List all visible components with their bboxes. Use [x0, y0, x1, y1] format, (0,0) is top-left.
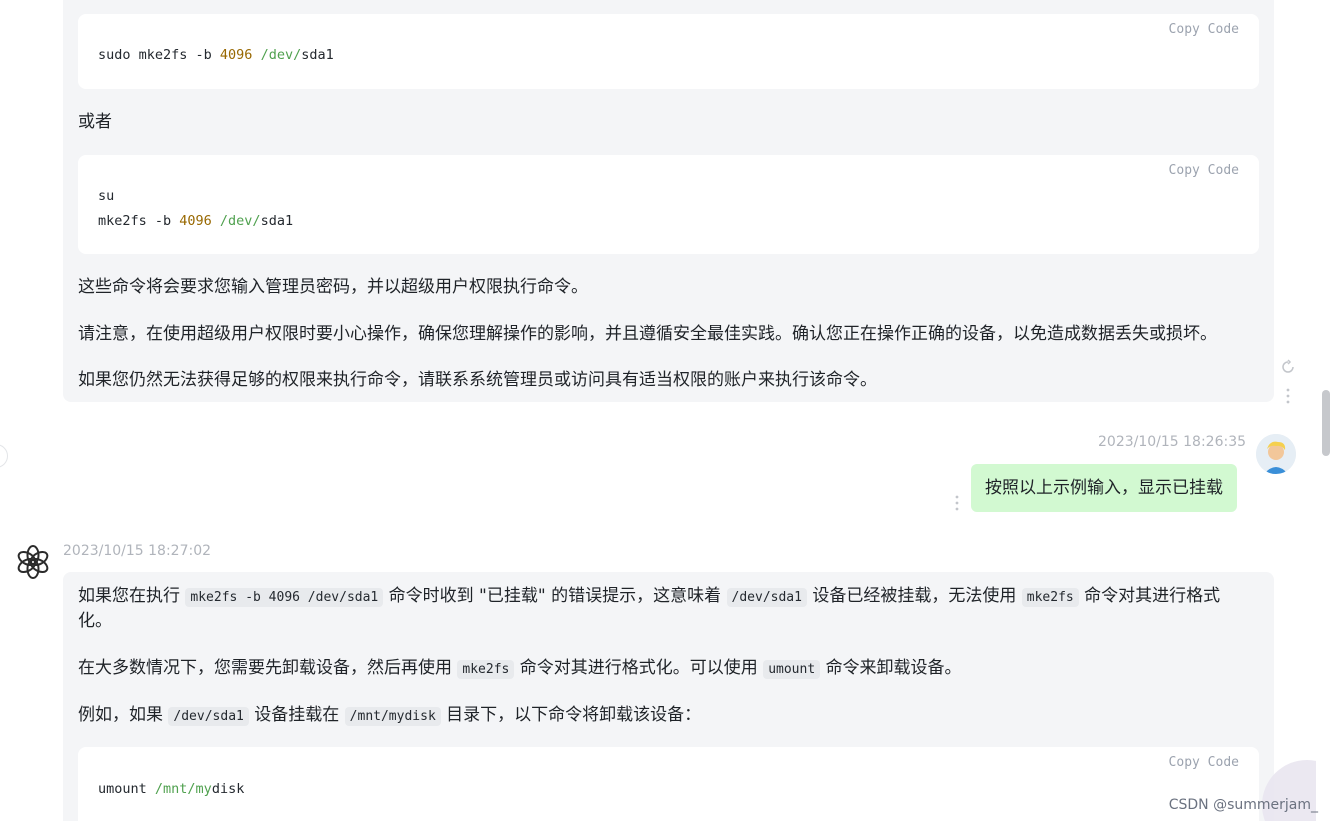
inline-code: /dev/sda1	[168, 707, 249, 726]
code-line: umount /mnt/mydisk	[98, 781, 245, 797]
code-block: Copy Code sudo mke2fs -b 4096 /dev/sda1	[78, 14, 1259, 89]
inline-code: mke2fs	[1021, 588, 1079, 607]
paragraph: 如果您在执行 mke2fs -b 4096 /dev/sda1 命令时收到 "已…	[78, 586, 1221, 607]
collapse-handle[interactable]	[0, 444, 8, 468]
inline-code: /mnt/mydisk	[344, 707, 441, 726]
message-timestamp: 2023/10/15 18:26:35	[1098, 434, 1247, 450]
user-avatar	[1256, 434, 1296, 474]
inline-code: umount	[763, 660, 821, 679]
code-block: Copy Code su mke2fs -b 4096 /dev/sda1	[78, 155, 1259, 254]
paragraph: 例如，如果 /dev/sda1 设备挂载在 /mnt/mydisk 目录下，以下…	[78, 705, 702, 726]
code-block: Copy Code umount /mnt/mydisk	[78, 747, 1259, 821]
inline-code: mke2fs	[457, 660, 515, 679]
paragraph: 或者	[78, 112, 112, 132]
message-timestamp: 2023/10/15 18:27:02	[63, 543, 212, 559]
more-options-icon[interactable]	[954, 495, 960, 511]
paragraph: 这些命令将会要求您输入管理员密码，并以超级用户权限执行命令。	[78, 277, 588, 297]
copy-code-button[interactable]: Copy Code	[1169, 163, 1239, 178]
code-line: sudo mke2fs -b 4096 /dev/sda1	[98, 47, 334, 63]
more-options-icon[interactable]	[1285, 388, 1291, 404]
chatgpt-logo-icon	[17, 545, 49, 579]
user-message-bubble: 按照以上示例输入，显示已挂载	[971, 464, 1237, 512]
copy-code-button[interactable]: Copy Code	[1169, 755, 1239, 770]
watermark: CSDN @summerjam_	[1168, 797, 1318, 813]
paragraph: 请注意，在使用超级用户权限时要小心操作，确保您理解操作的影响，并且遵循安全最佳实…	[78, 324, 1217, 344]
code-line: su	[98, 188, 115, 204]
paragraph: 在大多数情况下，您需要先卸载设备，然后再使用 mke2fs 命令对其进行格式化。…	[78, 658, 962, 679]
code-line: mke2fs -b 4096 /dev/sda1	[98, 213, 294, 229]
inline-code: mke2fs -b 4096 /dev/sda1	[185, 588, 384, 607]
copy-code-button[interactable]: Copy Code	[1169, 22, 1239, 37]
scrollbar-thumb[interactable]	[1322, 390, 1330, 456]
inline-code: /dev/sda1	[726, 588, 807, 607]
paragraph: 化。	[78, 611, 112, 631]
paragraph: 如果您仍然无法获得足够的权限来执行命令，请联系系统管理员或访问具有适当权限的账户…	[78, 370, 877, 390]
refresh-icon[interactable]	[1280, 359, 1296, 375]
